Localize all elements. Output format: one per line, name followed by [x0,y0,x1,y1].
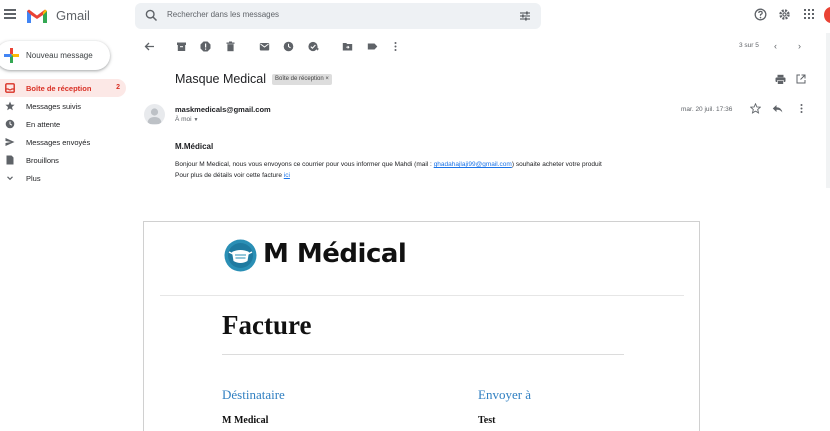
report-spam-icon[interactable] [200,41,211,52]
sidebar-item-snoozed[interactable]: En attente [0,115,126,133]
top-bar: Gmail Rechercher dans les messages [0,0,830,33]
sidebar-item-drafts[interactable]: Brouillons [0,151,126,169]
search-input[interactable]: Rechercher dans les messages [167,10,279,19]
add-task-icon[interactable] [308,41,319,52]
message-more-icon[interactable] [796,103,807,114]
sidebar-item-sent[interactable]: Messages envoyés [0,133,126,151]
message-body-line-1: Bonjour M Medical, nous vous envoyons ce… [175,161,602,168]
sender-email[interactable]: maskmedicals@gmail.com [175,105,271,114]
message-toolbar [140,38,820,56]
invoice-link[interactable]: ici [284,172,290,179]
divider [222,354,624,355]
open-new-window-icon[interactable] [796,74,806,84]
star-icon [5,101,15,111]
reply-icon[interactable] [772,103,783,114]
delete-icon[interactable] [225,41,236,52]
sidebar-item-label: Brouillons [26,156,59,165]
apps-grid-icon[interactable] [803,8,815,20]
clock-icon [5,119,15,129]
previous-message-button[interactable]: ‹ [774,41,777,51]
search-icon[interactable] [145,9,158,22]
main-menu-icon[interactable] [4,9,16,21]
sidebar-item-inbox[interactable]: Boîte de réception 2 [0,79,126,97]
gmail-logo-icon[interactable] [26,8,48,24]
search-bar[interactable]: Rechercher dans les messages [135,3,541,29]
sidebar-item-label: Boîte de réception [26,84,92,93]
send-icon [5,138,15,146]
compose-label: Nouveau message [26,51,93,60]
print-icon[interactable] [775,74,786,85]
next-message-button[interactable]: › [798,41,801,51]
search-options-icon[interactable] [519,10,531,22]
message-subject: Masque Medical [175,72,267,86]
body-text: ) souhaite acheter votre produit [511,161,602,168]
account-avatar[interactable] [824,7,830,23]
draft-icon [6,155,14,165]
snooze-icon[interactable] [283,41,294,52]
back-arrow-icon[interactable] [144,41,155,52]
send-to-value: Test [478,415,496,426]
mark-unread-icon[interactable] [259,41,270,52]
compose-plus-icon [4,48,19,63]
inbox-label-chip[interactable]: Boîte de réception × [272,74,332,85]
body-text: Pour plus de détails voir cette facture [175,172,284,179]
archive-icon[interactable] [176,41,187,52]
compose-button[interactable]: Nouveau message [0,41,110,70]
brand-mask-logo-icon [224,239,257,272]
sidebar-item-label: Messages envoyés [26,138,91,147]
scrollbar-track[interactable] [826,33,830,188]
label-icon[interactable] [367,41,378,52]
pagination-count: 3 sur 5 [739,42,759,49]
message-date: mar. 20 juil. 17:36 [681,106,733,113]
sender-avatar[interactable] [144,104,165,125]
invoice-brand-name: M Médical [263,239,407,269]
sidebar-item-label: Messages suivis [26,102,82,111]
sidebar-nav: Boîte de réception 2 Messages suivis En … [0,79,126,187]
invoice-card: M Médical Facture Déstinataire M Medical… [143,221,700,431]
message-body-line-2: Pour plus de détails voir cette facture … [175,172,290,179]
move-to-icon[interactable] [342,41,353,52]
recipient-value: M Medical [222,415,269,426]
recipient-label: À moi [175,116,192,123]
app-name: Gmail [56,8,90,23]
recipient-chevron-icon: ▼ [193,117,199,123]
settings-gear-icon[interactable] [778,8,791,21]
sidebar-item-label: Plus [26,174,41,183]
default-person-icon [147,108,162,124]
recipient-heading: Déstinataire [222,387,285,402]
sidebar-item-more[interactable]: Plus [0,169,126,187]
star-toggle-icon[interactable] [750,103,761,114]
body-text: Bonjour M Medical, nous vous envoyons ce… [175,161,434,168]
send-to-heading: Envoyer à [478,387,532,402]
more-vert-icon[interactable] [390,41,401,52]
sidebar-item-label: En attente [26,120,61,129]
unread-count-badge: 2 [116,84,120,91]
recipient-details[interactable]: À moi ▼ [175,116,198,123]
email-link[interactable]: ghadahajlaji99@gmail.com [434,161,512,168]
message-body-title: M.Médical [175,142,214,151]
help-icon[interactable] [754,8,767,21]
sidebar-item-starred[interactable]: Messages suivis [0,97,126,115]
chevron-down-icon [7,176,13,181]
invoice-title: Facture [222,310,312,340]
divider [160,295,684,296]
inbox-icon [5,83,15,93]
